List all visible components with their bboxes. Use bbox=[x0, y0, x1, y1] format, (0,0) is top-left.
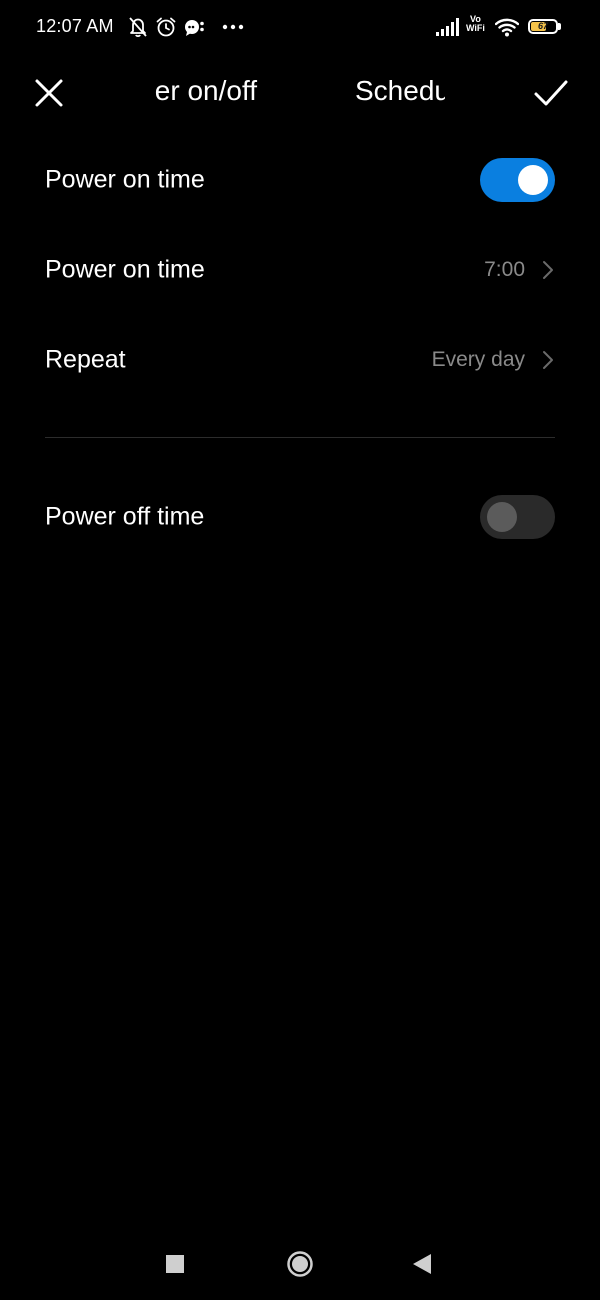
bell-muted-icon bbox=[129, 17, 147, 38]
tab-strip: Power on/off Schedule bbox=[155, 72, 445, 112]
power-on-time-value: 7:00 bbox=[484, 258, 525, 281]
alarm-icon bbox=[156, 17, 176, 37]
battery-icon: 67 bbox=[528, 19, 558, 34]
repeat-row[interactable]: Repeat Every day bbox=[45, 330, 555, 390]
confirm-button[interactable] bbox=[528, 70, 574, 116]
more-dots-icon bbox=[222, 24, 244, 30]
power-on-toggle-row[interactable]: Power on time bbox=[45, 150, 555, 210]
power-on-time-row[interactable]: Power on time 7:00 bbox=[45, 240, 555, 300]
title-bar: Power on/off Schedule bbox=[0, 56, 600, 126]
checkmark-icon bbox=[534, 80, 568, 106]
power-on-time-label: Power on time bbox=[45, 255, 205, 284]
close-button[interactable] bbox=[26, 70, 72, 116]
vowifi-bottom: WiFi bbox=[466, 23, 485, 33]
section-divider bbox=[45, 437, 555, 438]
repeat-label: Repeat bbox=[45, 345, 126, 374]
chat-icon bbox=[185, 20, 204, 36]
status-bar: 12:07 AM Vo WiFi 67 bbox=[0, 0, 600, 56]
repeat-value: Every day bbox=[431, 348, 525, 371]
close-icon bbox=[35, 79, 63, 107]
power-on-switch[interactable] bbox=[480, 158, 555, 202]
battery-tip bbox=[558, 23, 561, 30]
battery-level: 67 bbox=[537, 21, 548, 31]
status-time: 12:07 AM bbox=[36, 16, 114, 36]
navigation-bar bbox=[0, 1230, 600, 1300]
power-off-switch[interactable] bbox=[480, 495, 555, 539]
back-icon[interactable] bbox=[412, 1253, 432, 1275]
power-on-toggle-label: Power on time bbox=[45, 165, 205, 194]
signal-icon bbox=[436, 18, 459, 36]
switch-knob bbox=[487, 502, 517, 532]
tab-power-on-off[interactable]: Power on/off bbox=[155, 72, 257, 110]
vowifi-icon: Vo WiFi bbox=[466, 15, 485, 33]
switch-knob bbox=[518, 165, 548, 195]
chevron-right-icon bbox=[543, 261, 553, 279]
chevron-right-icon bbox=[543, 351, 553, 369]
tab-schedule[interactable]: Schedule bbox=[355, 72, 445, 110]
power-off-toggle-row[interactable]: Power off time bbox=[45, 487, 555, 547]
home-icon[interactable] bbox=[286, 1250, 314, 1278]
power-off-toggle-label: Power off time bbox=[45, 502, 205, 531]
wifi-icon bbox=[495, 18, 519, 37]
recent-apps-icon[interactable] bbox=[166, 1255, 184, 1273]
